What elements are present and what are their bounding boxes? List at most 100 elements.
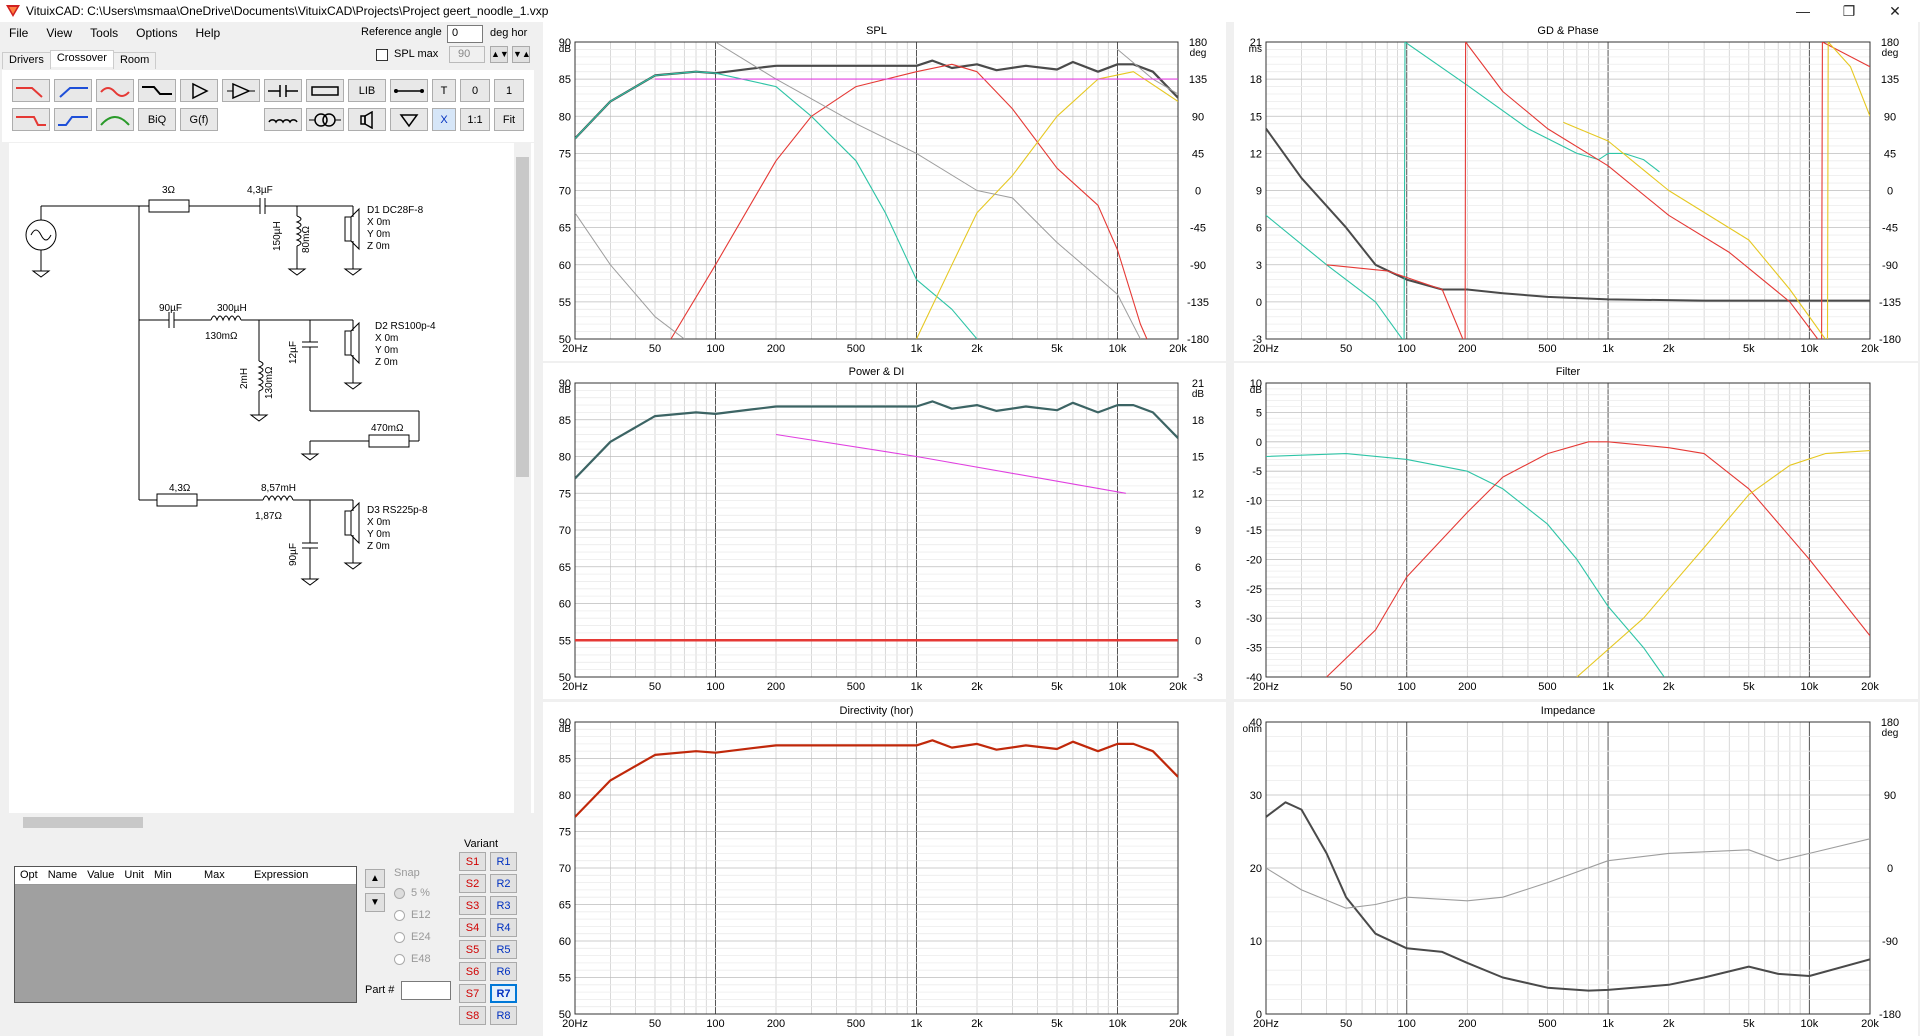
variant-r6-button[interactable]: R6 <box>490 962 517 981</box>
y-unit-label: dB <box>559 44 572 55</box>
driver-button[interactable] <box>348 108 386 131</box>
variant-r1-button[interactable]: R1 <box>490 852 517 871</box>
minimize-button[interactable]: — <box>1780 0 1826 22</box>
opamp-button[interactable] <box>222 79 260 102</box>
spin-collapse-icon[interactable]: ▼▲ <box>512 46 531 63</box>
resistor-button[interactable] <box>306 79 344 102</box>
library-button[interactable]: LIB <box>348 79 386 102</box>
chart-directivity[interactable]: Directivity (hor) 90 85 80 75 70 65 60 55 50 dB 20H… <box>543 702 1226 1036</box>
snap-e48[interactable]: E48 <box>394 948 431 970</box>
part-number-input[interactable] <box>401 981 451 1000</box>
one-button[interactable]: 1 <box>494 79 524 102</box>
schematic-horizontal-scrollbar[interactable] <box>9 815 515 830</box>
snap-e12[interactable]: E12 <box>394 904 431 926</box>
menu-help[interactable]: Help <box>187 24 230 44</box>
highpass-blue2-button[interactable] <box>54 108 92 131</box>
driver-d3-name: D3 RS225p-8 <box>367 505 428 516</box>
schematic-vertical-scrollbar[interactable] <box>514 143 531 813</box>
driver-d2-name: D2 RS100p-4 <box>375 321 436 332</box>
tab-drivers[interactable]: Drivers <box>2 52 51 69</box>
variant-s8-button[interactable]: S8 <box>459 1006 486 1025</box>
x-tick-label: 50 <box>649 681 661 693</box>
x-tick-label: 500 <box>847 343 865 355</box>
variant-s7-button[interactable]: S7 <box>459 984 486 1003</box>
snap-e24[interactable]: E24 <box>394 926 431 948</box>
capacitor-button[interactable] <box>264 79 302 102</box>
chart-gd[interactable]: GD & Phase 21 18 15 12 9 6 3 0 -3 ms 180 135 90 45 0 -45… <box>1234 22 1918 361</box>
snap-5-percent[interactable]: 5 % <box>394 882 431 904</box>
x-toggle-button[interactable]: X <box>432 108 456 131</box>
transfer-function-button[interactable]: G(f) <box>180 108 218 131</box>
menu-file[interactable]: File <box>0 24 37 44</box>
variant-s4-button[interactable]: S4 <box>459 918 486 937</box>
y2-tick-label: -90 <box>1190 260 1206 272</box>
menu-view[interactable]: View <box>37 24 81 44</box>
driver-d2-x: X 0m <box>375 333 399 344</box>
reference-angle-input[interactable]: 0 <box>447 25 483 43</box>
amplifier-button[interactable] <box>180 79 218 102</box>
inductor-button[interactable] <box>264 108 302 131</box>
chart-impedance-svg: Impedance403020100ohm180900-90-180deg20H… <box>1243 705 1901 1030</box>
optimizer-table[interactable]: Opt Name Value Unit Min Max Expression <box>14 866 357 1003</box>
variant-s6-button[interactable]: S6 <box>459 962 486 981</box>
variant-r4-button[interactable]: R4 <box>490 918 517 937</box>
variant-s2-button[interactable]: S2 <box>459 874 486 893</box>
driver-d1-y: Y 0m <box>367 229 391 240</box>
capacitor-icon <box>268 84 298 97</box>
bandpass-green-button[interactable] <box>96 108 134 131</box>
transformer-button[interactable] <box>306 108 344 131</box>
t-junction-button[interactable]: T <box>432 79 456 102</box>
x-tick-label: 5k <box>1051 343 1063 355</box>
variant-s5-button[interactable]: S5 <box>459 940 486 959</box>
chart-filter[interactable]: Filter 10 5 0 -5 -10 -15 -20 -25 -30 -35 -40 dB 20Hz 5… <box>1234 363 1918 699</box>
highpass-blue-button[interactable] <box>54 79 92 102</box>
lowpass-red2-button[interactable] <box>12 108 50 131</box>
zoom-1to1-button[interactable]: 1:1 <box>460 108 490 131</box>
variant-r2-button[interactable]: R2 <box>490 874 517 893</box>
move-down-button[interactable]: ▼ <box>365 893 385 912</box>
horizontal-scroll-thumb[interactable] <box>23 817 143 828</box>
y-tick-label: 12 <box>1250 148 1262 160</box>
chart-power[interactable]: Power & DI 90 85 80 75 70 65 60 55 50 dB 21 18 15 12 9 6… <box>543 363 1226 699</box>
tab-room[interactable]: Room <box>112 52 157 69</box>
variant-r7-button[interactable]: R7 <box>490 984 517 1003</box>
menu-options[interactable]: Options <box>127 24 186 44</box>
x-tick-label: 100 <box>1398 343 1416 355</box>
bandpass-red-button[interactable] <box>96 79 134 102</box>
wire-button[interactable] <box>390 79 428 102</box>
chart-spl[interactable]: SPL 90 85 80 75 70 65 60 55 50 dB 180 135 90 45 0 -45 -90… <box>543 22 1226 361</box>
splmax-input[interactable]: 90 <box>449 46 485 63</box>
schematic-canvas[interactable]: 3Ω 4,3µF 150µH 80mΩ D1 DC28F-8 X 0m Y 0m… <box>9 143 534 813</box>
inductor-l2-resistance-label: 130mΩ <box>205 331 238 342</box>
inductor-l3-resistance-label: 130mΩ <box>264 366 275 400</box>
splmax-checkbox[interactable] <box>376 49 388 61</box>
close-button[interactable]: ✕ <box>1872 0 1918 22</box>
tab-crossover[interactable]: Crossover <box>49 50 114 67</box>
capacitor-c4-label: 90µF <box>288 543 299 566</box>
move-up-button[interactable]: ▲ <box>365 869 385 888</box>
zoom-fit-button[interactable]: Fit <box>494 108 524 131</box>
x-tick-label: 5k <box>1743 681 1755 693</box>
chart-impedance[interactable]: Impedance 40 30 20 10 0 ohm 180 90 0 -90 -180 deg 20H… <box>1234 702 1918 1036</box>
y-tick-label: 55 <box>559 635 571 647</box>
variant-s1-button[interactable]: S1 <box>459 852 486 871</box>
shelf-button[interactable] <box>138 79 176 102</box>
maximize-button[interactable]: ❐ <box>1826 0 1872 22</box>
biquad-button[interactable]: BiQ <box>138 108 176 131</box>
resistor-r1-label: 3Ω <box>162 185 176 196</box>
variant-s3-button[interactable]: S3 <box>459 896 486 915</box>
zero-button[interactable]: 0 <box>460 79 490 102</box>
ground-button[interactable] <box>390 108 428 131</box>
y-tick-label: 75 <box>559 488 571 500</box>
variant-r8-button[interactable]: R8 <box>490 1006 517 1025</box>
y-tick-label: -10 <box>1246 496 1262 508</box>
variant-r3-button[interactable]: R3 <box>490 896 517 915</box>
menu-tools[interactable]: Tools <box>81 24 127 44</box>
highpass-icon <box>59 86 88 98</box>
spin-up-down-icon[interactable]: ▲▼ <box>490 46 509 63</box>
lowpass-red-button[interactable] <box>12 79 50 102</box>
variant-r5-button[interactable]: R5 <box>490 940 517 959</box>
chart-impedance-title: Impedance <box>1541 705 1595 717</box>
vertical-scroll-thumb[interactable] <box>516 157 529 477</box>
radio-icon <box>394 931 405 943</box>
